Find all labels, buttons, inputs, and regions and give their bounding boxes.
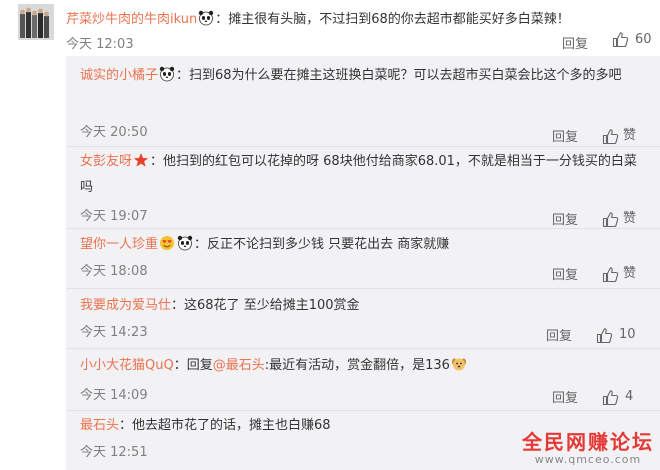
divider [66, 348, 660, 349]
replies-panel: 诚实的小橘子 ：扫到68为什么要在摊主这班换白菜呢？可以去超市买白菜会比这个多的多… [66, 56, 660, 470]
thumbs-up-icon [602, 389, 619, 406]
reply-item: 小小大花猫QuQ：回复@最石头:最近有活动，赏金翻倍，是136 今天 14:09… [66, 353, 660, 413]
reply-button[interactable]: 回复 [562, 33, 588, 52]
reply-time: 今天 18:08 [80, 264, 148, 279]
comment-text: ：摊主很有头脑，不过扫到68的你去超市都能买好多白菜辣！ [215, 12, 570, 27]
like-label: 赞 [623, 266, 637, 281]
reply-item: 诚实的小橘子 ：扫到68为什么要在摊主这班换白菜呢？可以去超市买白菜会比这个多的多… [66, 63, 660, 148]
reply-text: ：反正不论扫到多少钱 只要花出去 商家就赚 [194, 237, 450, 252]
like-count: 60 [635, 32, 652, 47]
reply-time: 今天 14:09 [80, 388, 148, 403]
comment-time: 今天 12:03 [66, 37, 134, 52]
reply-text: ：扫到68为什么要在摊主这班换白菜呢？可以去超市买白菜会比这个多的多吧 [176, 68, 622, 83]
reply-button[interactable]: 回复 [552, 386, 578, 412]
reply-time: 今天 20:50 [80, 125, 148, 140]
watermark: 全民网赚论坛 www.qmceo.com [522, 426, 654, 466]
reply-body: 诚实的小橘子 ：扫到68为什么要在摊主这班换白菜呢？可以去超市买白菜会比这个多的多… [80, 63, 646, 89]
thumbs-up-icon [602, 266, 619, 283]
reply-body: 小小大花猫QuQ：回复@最石头:最近有活动，赏金翻倍，是136 [80, 353, 646, 379]
reply-button[interactable]: 回复 [546, 324, 572, 350]
thumbs-up-icon [612, 31, 629, 48]
divider [66, 410, 660, 411]
reply-text: :最近有活动，赏金翻倍，是136 [264, 358, 450, 373]
like-button[interactable]: 60 [612, 31, 652, 48]
divider [66, 288, 660, 289]
like-button[interactable]: 赞 [602, 261, 636, 287]
comment-username[interactable]: 芹菜炒牛肉的牛肉ikun [66, 12, 197, 27]
thumbs-up-icon [602, 211, 619, 228]
reply-time: 今天 19:07 [80, 209, 148, 224]
divider [66, 146, 660, 147]
reply-text: ：他去超市花了的话，摊主也白赚68 [119, 418, 331, 433]
thumbs-up-icon [596, 327, 613, 344]
panda-emoji-icon [177, 235, 193, 251]
comment-body: 芹菜炒牛肉的牛肉ikun ：摊主很有头脑，不过扫到68的你去超市都能买好多白菜辣！ [66, 8, 570, 27]
reply-button[interactable]: 回复 [552, 125, 578, 151]
watermark-title: 全民网赚论坛 [522, 430, 654, 454]
thumbs-up-icon [602, 128, 619, 145]
avatar[interactable] [18, 4, 54, 40]
reply-button[interactable]: 回复 [552, 263, 578, 289]
like-count: 10 [619, 327, 636, 342]
reply-time: 今天 14:23 [80, 325, 148, 340]
reply-mention[interactable]: @最石头 [213, 358, 265, 373]
watermark-url: www.qmceo.com [534, 453, 642, 466]
reply-username[interactable]: 最石头 [80, 418, 119, 433]
reply-item: 我要成为爱马仕：这68花了 至少给摊主100赏金 今天 14:23 回复 10 [66, 293, 660, 353]
reply-prefix: ：回复 [173, 358, 213, 373]
like-button[interactable]: 10 [596, 322, 636, 348]
panda-emoji-icon [198, 10, 214, 26]
reply-username[interactable]: 望你一人珍重 [80, 237, 158, 252]
reply-item: 望你一人珍重 ：反正不论扫到多少钱 只要花出去 商家就赚 今天 18:08 回复 … [66, 232, 660, 292]
reply-body: 我要成为爱马仕：这68花了 至少给摊主100赏金 [80, 293, 646, 319]
top-comment: 芹菜炒牛肉的牛肉ikun ：摊主很有头脑，不过扫到68的你去超市都能买好多白菜辣！… [0, 0, 660, 56]
reply-time: 今天 12:51 [80, 445, 148, 460]
reply-button[interactable]: 回复 [552, 208, 578, 234]
like-button[interactable]: 4 [602, 384, 633, 410]
reply-username[interactable]: 我要成为爱马仕 [80, 298, 171, 313]
reply-username[interactable]: 诚实的小橘子 [80, 68, 158, 83]
divider [66, 228, 660, 229]
dog-emoji-icon [451, 356, 467, 372]
panda-emoji-icon [159, 66, 175, 82]
reply-username[interactable]: 小小大花猫QuQ [80, 358, 174, 373]
reply-meta: 今天 19:07 回复 赞 [66, 149, 660, 234]
heart-eyes-emoji-icon [159, 235, 175, 251]
like-count: 4 [625, 389, 634, 404]
reply-body: 望你一人珍重 ：反正不论扫到多少钱 只要花出去 商家就赚 [80, 232, 646, 258]
reply-text: ：这68花了 至少给摊主100赏金 [171, 298, 360, 313]
